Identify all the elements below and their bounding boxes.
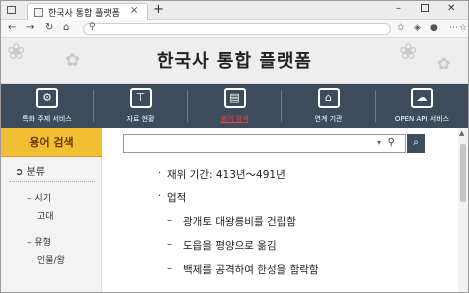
nav-label: 용어 검색 xyxy=(220,115,249,123)
tab-title: 한국사 통합 플랫폼 xyxy=(48,9,120,19)
vertical-scrollbar[interactable]: ▲ xyxy=(458,128,468,292)
nav-item-linked-institutions[interactable]: ⌂ 연계 기관 xyxy=(282,84,375,128)
divider xyxy=(9,181,95,182)
category-filter[interactable]: ➲ 분류 xyxy=(15,163,45,178)
favorite-star-icon[interactable]: ☆ xyxy=(459,23,467,33)
info-line: 백제를 공격하여 한성을 함락함 xyxy=(183,264,319,276)
book-icon: ▤ xyxy=(223,88,246,108)
address-bar: ← → ↻ ⌂ ⚲ ☆ ✩ ◈ ● ⋯ xyxy=(1,20,468,38)
nav-label: OPEN API 서비스 xyxy=(394,115,450,123)
refresh-icon[interactable]: ↻ xyxy=(45,22,53,33)
profile-icon[interactable]: ● xyxy=(430,23,438,33)
main-content: ▾ ⚲ ⌕ · 재위 기간: 413년～491년 · 업적 – 광개토 대왕릉비… xyxy=(103,128,458,292)
hierarchy-icon: ⊤ xyxy=(129,88,152,108)
window-close-button[interactable]: ✕ xyxy=(447,3,455,14)
sidebar: ➲ 분류 – 시기 고대 – 유형 인물/왕 xyxy=(1,157,102,292)
nav-item-special-service[interactable]: ⚙ 특화 주제 서비스 xyxy=(1,84,93,128)
building-icon: ⌂ xyxy=(317,88,340,108)
filter-group-period[interactable]: – 시기 xyxy=(27,191,51,204)
nav-item-term-search[interactable]: ▤ 용어 검색 xyxy=(188,84,281,128)
scroll-up-icon[interactable]: ▲ xyxy=(459,129,464,137)
search-icon[interactable]: ⚲ xyxy=(388,137,395,148)
computer-cloud-icon: ☁ xyxy=(411,88,433,108)
gear-person-icon: ⚙ xyxy=(36,88,58,108)
window-icon[interactable] xyxy=(7,6,16,14)
favorites-icon[interactable]: ✩ xyxy=(397,23,405,33)
bullet: – xyxy=(167,215,172,226)
scroll-thumb[interactable] xyxy=(460,144,466,202)
new-tab-button[interactable]: + xyxy=(153,2,164,18)
nav-item-resources[interactable]: ⊤ 자료 현황 xyxy=(94,84,187,128)
sidebar-title: 용어 검색 xyxy=(1,128,102,157)
nav-label: 특화 주제 서비스 xyxy=(22,115,72,123)
dropdown-arrow-icon[interactable]: ▾ xyxy=(377,138,381,147)
info-line: 업적 xyxy=(167,192,187,204)
minimize-button[interactable]: – xyxy=(396,3,401,14)
nav-label: 자료 현황 xyxy=(126,115,155,123)
search-icon: ⚲ xyxy=(89,22,96,32)
nav-label: 연계 기관 xyxy=(314,115,343,123)
site-title: 한국사 통합 플랫폼 xyxy=(156,51,312,72)
collections-icon[interactable]: ◈ xyxy=(414,23,421,33)
info-line: 재위 기간: 413년～491년 xyxy=(167,169,286,181)
filter-group-type[interactable]: – 유형 xyxy=(27,235,51,248)
back-arrow-icon[interactable]: ← xyxy=(8,22,16,33)
main-nav: ⚙ 특화 주제 서비스 ⊤ 자료 현황 ▤ 용어 검색 ⌂ 연계 기관 ☁ OP… xyxy=(1,84,468,128)
category-label: 분류 xyxy=(26,167,45,178)
close-icon[interactable]: × xyxy=(130,5,138,16)
forward-arrow-icon[interactable]: → xyxy=(26,22,34,33)
home-icon[interactable]: ⌂ xyxy=(63,22,69,33)
filter-value-period[interactable]: 고대 xyxy=(37,209,54,222)
bullet: – xyxy=(167,263,172,274)
search-button[interactable]: ⌕ xyxy=(407,134,425,153)
info-line: 도읍을 평양으로 옮김 xyxy=(183,240,277,252)
browser-window: 한국사 통합 플랫폼 × + – ✕ ← → ↻ ⌂ ⚲ ☆ ✩ ◈ ● ⋯ ❀… xyxy=(0,0,469,293)
browser-tab[interactable]: 한국사 통합 플랫폼 × xyxy=(27,3,148,20)
search-input[interactable]: ▾ ⚲ xyxy=(123,134,406,153)
filter-value-type[interactable]: 인물/왕 xyxy=(37,253,65,266)
bullet: – xyxy=(167,239,172,250)
bullet: · xyxy=(158,191,162,202)
site-header: ❀ ✿ ❀ ✿ 한국사 통합 플랫폼 xyxy=(1,38,468,84)
bullet: · xyxy=(158,168,162,179)
search-icon: ⌕ xyxy=(413,137,419,148)
circle-arrow-icon: ➲ xyxy=(15,167,24,178)
url-bar[interactable]: ⚲ ☆ xyxy=(83,22,467,35)
maximize-button[interactable] xyxy=(421,4,429,12)
title-bar: 한국사 통합 플랫폼 × + – ✕ xyxy=(1,1,468,20)
more-options-icon[interactable]: ⋯ xyxy=(449,23,458,33)
nav-item-open-api[interactable]: ☁ OPEN API 서비스 xyxy=(376,84,468,128)
info-line: 광개토 대왕릉비를 건립함 xyxy=(183,216,296,228)
page-icon xyxy=(34,8,43,17)
